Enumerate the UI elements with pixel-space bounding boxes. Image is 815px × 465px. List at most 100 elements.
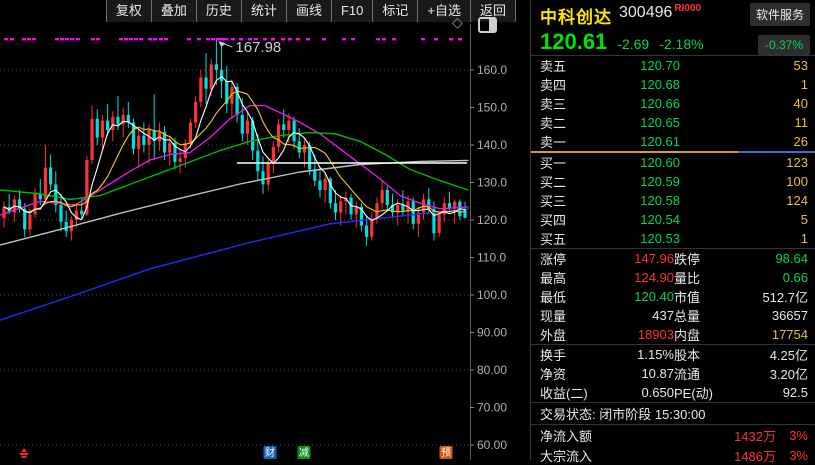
stat-value: 10.87	[598, 366, 674, 381]
order-price: 120.70	[586, 58, 680, 73]
price-axis-label: 150.0	[477, 101, 507, 115]
ma-layer	[0, 76, 468, 320]
stat-value: 147.96	[598, 251, 674, 266]
order-level-label: 卖四	[540, 75, 586, 94]
order-volume: 26	[680, 134, 808, 149]
stat-label: 股本	[674, 345, 722, 364]
flow-percent: 3%	[776, 448, 808, 463]
stat-value: 0.650	[598, 385, 674, 400]
sector-change-badge: -0.37%	[758, 35, 810, 55]
stat-label: 净资	[540, 364, 598, 383]
svg-text:财: 财	[265, 446, 275, 459]
order-price: 120.65	[586, 115, 680, 130]
order-level-label: 卖二	[540, 113, 586, 132]
stat-value: 4.25亿	[722, 345, 808, 364]
peak-price-label: 167.98	[235, 39, 281, 56]
bid-row-5[interactable]: 买五 120.53 1	[531, 229, 815, 248]
trade-status: 交易状态: 闭市阶段 15:30:00	[531, 403, 815, 424]
stat-label: 收益(二)	[540, 383, 598, 402]
net-inflow-row[interactable]: 净流入额 1432万 3%	[531, 425, 815, 445]
stat-value: 0.66	[722, 270, 808, 285]
svg-text:减: 减	[299, 447, 309, 459]
bid-row-2[interactable]: 买二 120.59 100	[531, 172, 815, 191]
order-price: 120.61	[586, 134, 680, 149]
price-axis-label: 120.0	[477, 213, 507, 227]
stat-label: 换手	[540, 345, 598, 364]
stock-trading-app: 复权 叠加 历史 统计 画线 F10 标记 +自选 返回 167.98160.0…	[0, 0, 815, 460]
stat-label: 最低	[540, 287, 598, 306]
price-axis-label: 140.0	[477, 138, 507, 152]
order-price: 120.59	[586, 174, 680, 189]
order-volume: 40	[680, 96, 808, 111]
order-volume: 1	[680, 231, 808, 246]
stat-value: 36657	[722, 308, 808, 323]
event-badge-layer: 财减预	[20, 446, 453, 459]
ask-row-4[interactable]: 卖四 120.68 1	[531, 75, 815, 94]
order-level-label: 买一	[540, 153, 586, 172]
order-volume: 123	[680, 155, 808, 170]
stat-label: PE(动)	[674, 383, 722, 402]
flow-label: 净流入额	[540, 426, 622, 445]
peak-annotation: 167.98	[218, 39, 281, 56]
event-badge-预[interactable]: 预	[440, 446, 453, 459]
quote-panel: 中科创达 300496 RI000 软件服务 120.61 -2.69 -2.1…	[530, 0, 815, 460]
order-volume: 1	[680, 77, 808, 92]
order-price: 120.68	[586, 77, 680, 92]
order-price: 120.66	[586, 96, 680, 111]
diamond-marker-icon[interactable]: ◇	[452, 15, 463, 29]
event-dash-layer	[4, 38, 462, 40]
price-axis-label: 160.0	[477, 63, 507, 77]
order-level-label: 买五	[540, 229, 586, 248]
order-volume: 53	[680, 58, 808, 73]
order-volume: 11	[680, 115, 808, 130]
stat-value: 1.15%	[598, 347, 674, 362]
panel-toggle-icon[interactable]	[478, 17, 497, 33]
price-axis-label: 60.00	[477, 438, 507, 452]
flow-percent: 3%	[776, 428, 808, 443]
block-inflow-row[interactable]: 大宗流入 1486万 3%	[531, 445, 815, 465]
price-axis-label: 130.0	[477, 176, 507, 190]
price-axis-label: 70.00	[477, 401, 507, 415]
grid-layer	[0, 70, 470, 445]
price-change-percent: -2.18%	[659, 36, 703, 52]
stat-label: 市值	[674, 287, 722, 306]
order-level-label: 买二	[540, 172, 586, 191]
bid-row-3[interactable]: 买三 120.58 124	[531, 191, 815, 210]
bid-row-1[interactable]: 买一 120.60 123	[531, 153, 815, 172]
order-volume: 5	[680, 212, 808, 227]
event-badge-财[interactable]: 财	[264, 446, 277, 459]
stat-value: 92.5	[722, 385, 808, 400]
sector-badge[interactable]: 软件服务	[750, 3, 810, 26]
stat-value: 3.20亿	[722, 364, 808, 383]
stat-value: 120.40	[598, 289, 674, 304]
stats-row-low: 最低 120.40 市值 512.7亿	[531, 287, 815, 306]
stat-label: 最高	[540, 268, 598, 287]
stat-value: 512.7亿	[722, 287, 808, 306]
ask-row-5[interactable]: 卖五 120.70 53	[531, 56, 815, 75]
flow-label: 大宗流入	[540, 446, 622, 465]
svg-text:预: 预	[441, 447, 451, 459]
ask-row-3[interactable]: 卖三 120.66 40	[531, 94, 815, 113]
ask-row-2[interactable]: 卖二 120.65 11	[531, 113, 815, 132]
stock-flag: RI000	[674, 3, 701, 14]
price-axis-label: 80.00	[477, 363, 507, 377]
stat-value: 98.64	[722, 251, 808, 266]
price-axis-label: 90.00	[477, 326, 507, 340]
stat-value: 17754	[722, 327, 808, 342]
stat-value: 437	[598, 308, 674, 323]
stat-value: 124.90	[598, 270, 674, 285]
stats-row-networth: 净资 10.87 流通 3.20亿	[531, 364, 815, 383]
ask-row-1[interactable]: 卖一 120.61 26	[531, 132, 815, 151]
price-axis-label: 110.0	[477, 251, 506, 265]
order-volume: 100	[680, 174, 808, 189]
kline-chart[interactable]: 167.98160.0150.0140.0130.0120.0110.0100.…	[0, 0, 530, 460]
bid-row-4[interactable]: 买四 120.54 5	[531, 210, 815, 229]
stats-row-high: 最高 124.90 量比 0.66	[531, 268, 815, 287]
stat-label: 流通	[674, 364, 722, 383]
stats-row-eps: 收益(二) 0.650 PE(动) 92.5	[531, 383, 815, 402]
stock-name: 中科创达	[540, 3, 612, 28]
order-level-label: 卖一	[540, 132, 586, 151]
price-change: -2.69	[617, 36, 649, 52]
event-badge-减[interactable]: 减	[298, 446, 311, 459]
last-price: 120.61	[540, 29, 607, 55]
